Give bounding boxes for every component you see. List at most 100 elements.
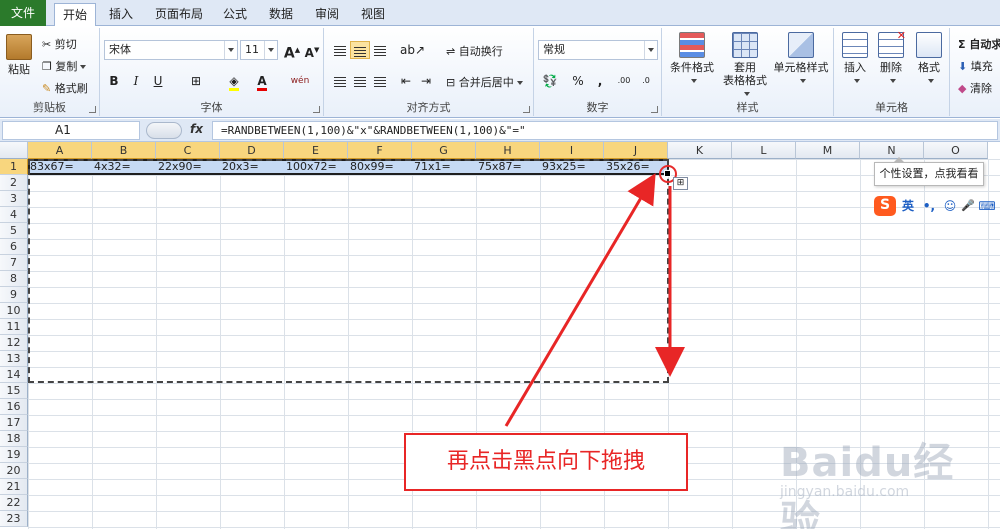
column-header-d[interactable]: D [220,142,284,159]
column-header-k[interactable]: K [668,142,732,159]
column-header-i[interactable]: I [540,142,604,159]
tab-page-layout[interactable]: 页面布局 [148,3,210,26]
number-format-combo[interactable]: 常规 [538,40,658,60]
font-size-combo[interactable]: 11 [240,40,278,60]
fill-color-button[interactable]: ◈ [224,72,244,91]
cell-a1[interactable]: 83x67= [28,159,92,175]
row-header-12[interactable]: 12 [0,335,28,351]
column-header-e[interactable]: E [284,142,348,159]
format-as-table-button[interactable]: 套用 表格格式 [720,32,770,100]
clipboard-launcher-icon[interactable] [89,106,96,113]
paste-button[interactable]: 粘贴 [4,34,34,76]
tab-data[interactable]: 数据 [260,3,302,26]
font-name-combo[interactable]: 宋体 [104,40,238,60]
number-launcher-icon[interactable] [651,106,658,113]
row-header-1[interactable]: 1 [0,159,28,175]
font-color-button[interactable]: A [252,72,272,91]
underline-button[interactable]: U [148,72,168,90]
cell-e1[interactable]: 100x72= [284,159,348,175]
align-center-button[interactable] [350,72,370,90]
insert-cells-button[interactable]: 插入 [838,32,872,87]
increase-font-button[interactable]: A▲ [282,41,302,62]
align-right-button[interactable] [370,72,390,90]
row-header-20[interactable]: 20 [0,463,28,479]
tab-file[interactable]: 文件 [0,0,46,26]
sogou-logo-icon[interactable]: S [874,196,896,216]
name-box[interactable]: A1 [2,121,140,140]
column-header-h[interactable]: H [476,142,540,159]
row-header-16[interactable]: 16 [0,399,28,415]
italic-button[interactable]: I [126,72,146,90]
decrease-font-button[interactable]: A▼ [302,41,322,60]
align-bottom-button[interactable] [370,41,390,59]
row-header-4[interactable]: 4 [0,207,28,223]
cut-button[interactable]: ✂ 剪切 [42,36,77,52]
copy-button[interactable]: ❐ 复制 [42,58,87,74]
row-header-22[interactable]: 22 [0,495,28,511]
percent-button[interactable]: % [568,72,588,90]
column-header-o[interactable]: O [924,142,988,159]
ime-keyboard-icon[interactable]: ⌨ [978,197,996,215]
increase-decimal-button[interactable]: .00 [614,72,634,90]
delete-cells-button[interactable]: ✕ 删除 [874,29,908,87]
column-header-l[interactable]: L [732,142,796,159]
cell-g1[interactable]: 71x1= [412,159,476,175]
currency-button[interactable]: 💱 [540,72,560,90]
align-left-button[interactable] [330,72,350,90]
ime-lang-toggle[interactable]: 英 [900,197,916,215]
cell-c1[interactable]: 22x90= [156,159,220,175]
align-middle-button[interactable] [350,41,370,59]
fill-button[interactable]: ⬇ 填充 [958,58,993,74]
increase-indent-button[interactable]: ⇥ [416,72,436,90]
conditional-format-button[interactable]: 条件格式 [666,32,718,87]
select-all-corner[interactable] [0,142,28,159]
clear-button[interactable]: ◆ 清除 [958,80,992,96]
row-header-10[interactable]: 10 [0,303,28,319]
column-header-n[interactable]: N [860,142,924,159]
row-header-8[interactable]: 8 [0,271,28,287]
decrease-decimal-button[interactable]: .0 [636,72,656,90]
row-header-15[interactable]: 15 [0,383,28,399]
ime-emoji-icon[interactable]: ☺ [942,197,958,215]
autosum-button[interactable]: Σ 自动求 [958,36,1000,52]
format-painter-button[interactable]: ✎ 格式刷 [42,80,88,96]
column-header-c[interactable]: C [156,142,220,159]
tab-formulas[interactable]: 公式 [214,3,256,26]
format-cells-button[interactable]: 格式 [912,32,946,87]
row-header-7[interactable]: 7 [0,255,28,271]
cell-i1[interactable]: 93x25= [540,159,604,175]
cell-h1[interactable]: 75x87= [476,159,540,175]
orientation-button[interactable]: ab↗ [400,41,425,59]
column-header-a[interactable]: A [28,142,92,159]
font-launcher-icon[interactable] [313,106,320,113]
insert-function-icon[interactable]: fx [190,122,203,136]
column-header-g[interactable]: G [412,142,476,159]
row-header-11[interactable]: 11 [0,319,28,335]
comma-button[interactable]: , [590,72,610,90]
tab-insert[interactable]: 插入 [100,3,142,26]
bold-button[interactable]: B [104,72,124,90]
align-top-button[interactable] [330,41,350,59]
cell-b1[interactable]: 4x32= [92,159,156,175]
column-header-m[interactable]: M [796,142,860,159]
autofill-options-icon[interactable]: ⊞ [673,177,688,190]
row-header-23[interactable]: 23 [0,511,28,527]
decrease-indent-button[interactable]: ⇤ [396,72,416,90]
wrap-text-button[interactable]: ⇌ 自动换行 [446,43,503,59]
formula-bar-expander[interactable] [146,122,182,139]
cell-f1[interactable]: 80x99= [348,159,412,175]
tab-view[interactable]: 视图 [352,3,394,26]
row-header-18[interactable]: 18 [0,431,28,447]
tab-review[interactable]: 审阅 [306,3,348,26]
ime-punct-icon[interactable]: •, [920,197,938,215]
merge-center-button[interactable]: ⊟ 合并后居中 [446,74,523,90]
column-header-f[interactable]: F [348,142,412,159]
alignment-launcher-icon[interactable] [523,106,530,113]
row-header-2[interactable]: 2 [0,175,28,191]
row-header-5[interactable]: 5 [0,223,28,239]
row-header-6[interactable]: 6 [0,239,28,255]
row-header-13[interactable]: 13 [0,351,28,367]
tab-home[interactable]: 开始 [54,3,96,27]
row-header-3[interactable]: 3 [0,191,28,207]
phonetic-button[interactable]: wén [290,72,310,90]
